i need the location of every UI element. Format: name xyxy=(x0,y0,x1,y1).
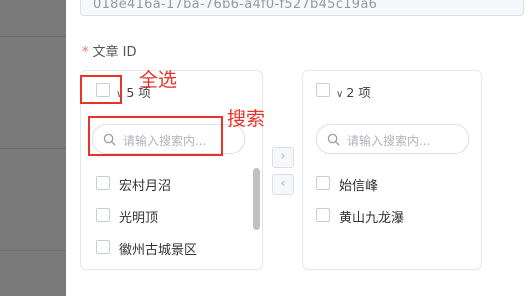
move-to-left-button[interactable]: ‹ xyxy=(272,174,294,195)
left-list-scrollbar[interactable] xyxy=(253,168,260,230)
left-item-checkbox[interactable] xyxy=(96,208,110,222)
right-search-input[interactable]: 请输入搜索内... xyxy=(316,124,469,154)
search-icon xyxy=(327,133,340,146)
right-count-label: 2 项 xyxy=(346,85,371,100)
uuid-value: 018e416a-17ba-76b6-a4f0-f527b45c19a6 xyxy=(93,0,378,12)
transfer-right-panel xyxy=(302,70,482,270)
search-highlight xyxy=(88,116,223,156)
right-list-item[interactable]: 始信峰 xyxy=(339,175,378,194)
select-all-annotation: 全选 xyxy=(139,69,178,91)
search-annotation: 搜索 xyxy=(227,108,266,130)
field-label: * 文章 ID xyxy=(82,41,136,60)
select-all-right-checkbox[interactable] xyxy=(316,83,330,97)
left-list-item[interactable]: 宏村月沼 xyxy=(119,175,171,194)
modal-backdrop xyxy=(0,0,66,296)
left-list-item[interactable]: 徽州古城景区 xyxy=(119,239,197,258)
left-item-checkbox[interactable] xyxy=(96,240,110,254)
chevron-right-icon: › xyxy=(280,149,286,164)
chevron-left-icon: ‹ xyxy=(280,176,286,191)
right-item-checkbox[interactable] xyxy=(316,208,330,222)
select-all-highlight xyxy=(80,75,122,104)
right-list-item[interactable]: 黄山九龙瀑 xyxy=(339,207,404,226)
move-to-right-button[interactable]: › xyxy=(272,147,294,168)
required-mark: * xyxy=(82,45,89,60)
left-item-checkbox[interactable] xyxy=(96,176,110,190)
left-list-item[interactable]: 光明顶 xyxy=(119,207,158,226)
right-search-placeholder: 请输入搜索内... xyxy=(347,134,431,148)
uuid-field[interactable]: 018e416a-17ba-76b6-a4f0-f527b45c19a6 xyxy=(80,0,524,16)
field-label-text: 文章 ID xyxy=(92,45,137,60)
right-item-checkbox[interactable] xyxy=(316,176,330,190)
chevron-down-icon[interactable]: ∨ xyxy=(336,89,343,100)
right-count: ∨ 2 项 xyxy=(336,82,371,101)
